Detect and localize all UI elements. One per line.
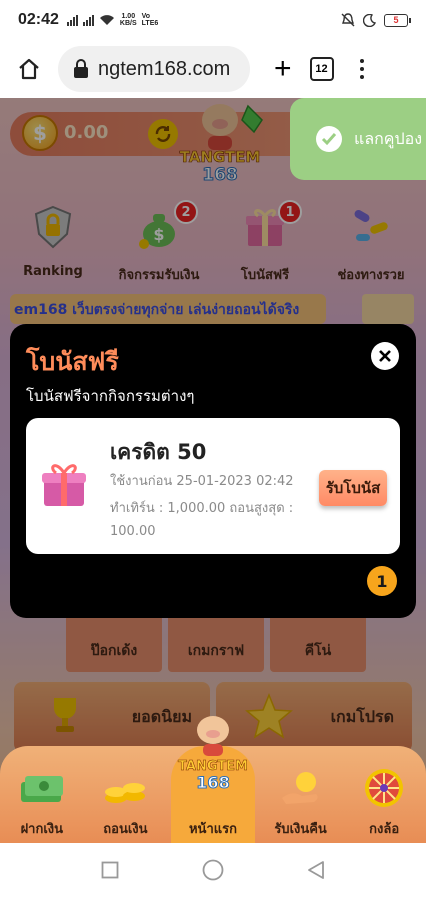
- home-logo-text-top: TANGTEM: [178, 759, 248, 774]
- square-icon: [101, 861, 119, 878]
- hand-money-icon: [274, 764, 328, 812]
- home-logo-icon: TANGTEM 168: [178, 716, 248, 793]
- volte-indicator: Vo LTE6: [142, 13, 159, 27]
- close-button[interactable]: [371, 342, 399, 370]
- status-bar: 02:42 1.00 KB/S Vo LTE6 5: [0, 0, 426, 40]
- home-system-button[interactable]: [202, 859, 224, 885]
- battery-icon: 5: [384, 13, 411, 27]
- home-logo-text-bottom: 168: [196, 773, 229, 792]
- toast-message: แลกคูปอง: [354, 128, 423, 148]
- back-triangle-icon: [307, 860, 324, 879]
- signal-icon: [66, 14, 78, 26]
- tab-switcher-button[interactable]: 12: [309, 57, 334, 81]
- wifi-icon: [99, 15, 114, 25]
- browser-toolbar: ngtem168.com + 12: [0, 40, 426, 98]
- modal-subtitle: โบนัสฟรีจากกิจกรรมต่างๆ: [26, 387, 195, 405]
- status-right: 5: [341, 13, 411, 27]
- volte-top: Vo: [141, 13, 151, 20]
- nav-withdraw[interactable]: ถอนเงิน: [84, 746, 168, 843]
- check-icon: [316, 126, 342, 152]
- nav-label: กงล้อ: [369, 822, 400, 837]
- new-tab-button[interactable]: +: [274, 54, 292, 84]
- bonus-card: เครดิต 50 ใช้งานก่อน 25-01-2023 02:42 ทำ…: [26, 418, 400, 554]
- lock-icon: [74, 59, 88, 78]
- toast-notification[interactable]: แลกคูปอง: [290, 98, 426, 180]
- cash-stack-icon: [15, 764, 69, 812]
- address-bar[interactable]: ngtem168.com: [58, 46, 250, 92]
- volte-bottom: LTE6: [141, 20, 159, 27]
- claim-bonus-button[interactable]: รับโบนัส: [319, 470, 387, 506]
- coins-icon: [98, 764, 152, 812]
- nav-label: ถอนเงิน: [103, 822, 148, 837]
- nav-deposit[interactable]: ฝากเงิน: [0, 746, 84, 843]
- nav-label: รับเงินคืน: [274, 822, 327, 837]
- bonus-max-withdraw: 100.00: [110, 524, 156, 539]
- signal-icon-2: [82, 14, 94, 26]
- more-menu-button[interactable]: [359, 59, 364, 79]
- back-button[interactable]: [307, 860, 325, 884]
- page-indicator[interactable]: 1: [367, 566, 397, 596]
- home-button[interactable]: [14, 54, 44, 84]
- wheel-icon: [357, 764, 411, 812]
- circle-icon: [202, 859, 224, 880]
- status-icons: 1.00 KB/S Vo LTE6: [66, 13, 159, 27]
- modal-title: โบนัสฟรี: [26, 347, 119, 376]
- net-speed-value: 1.00: [121, 13, 136, 20]
- net-speed-unit: KB/S: [119, 20, 137, 27]
- nav-wheel[interactable]: กงล้อ: [342, 746, 426, 843]
- bonus-expiry: ใช้งานก่อน 25-01-2023 02:42: [110, 474, 294, 489]
- bonus-turnover: ทำเทิร์น : 1,000.00 ถอนสูงสุด :: [110, 501, 294, 516]
- home-icon: [19, 58, 39, 80]
- gift-icon: [42, 464, 86, 506]
- nav-label: หน้าแรก: [188, 822, 237, 837]
- url-text: ngtem168.com: [98, 57, 231, 80]
- net-speed: 1.00 KB/S: [120, 13, 137, 27]
- system-navigation: [0, 843, 426, 900]
- bonus-title: เครดิต 50: [110, 440, 207, 464]
- recents-button[interactable]: [101, 861, 119, 883]
- mute-bell-icon: [341, 13, 355, 27]
- nav-cashback[interactable]: รับเงินคืน: [259, 746, 343, 843]
- close-icon: [379, 350, 391, 362]
- bottom-navigation: ฝากเงิน ถอนเงิน TANGTEM 168 หน้าแรก รับเ…: [0, 716, 426, 843]
- nav-label: ฝากเงิน: [20, 822, 64, 837]
- moon-icon: [363, 13, 376, 27]
- free-bonus-modal: โบนัสฟรี โบนัสฟรีจากกิจกรรมต่างๆ เครดิต …: [10, 324, 416, 618]
- clock: 02:42: [18, 11, 59, 28]
- web-page: $ 0.00 TANGTEM 168 แลกคูปอง Ranking $ 2 …: [0, 98, 426, 843]
- nav-home[interactable]: TANGTEM 168 หน้าแรก: [171, 716, 255, 843]
